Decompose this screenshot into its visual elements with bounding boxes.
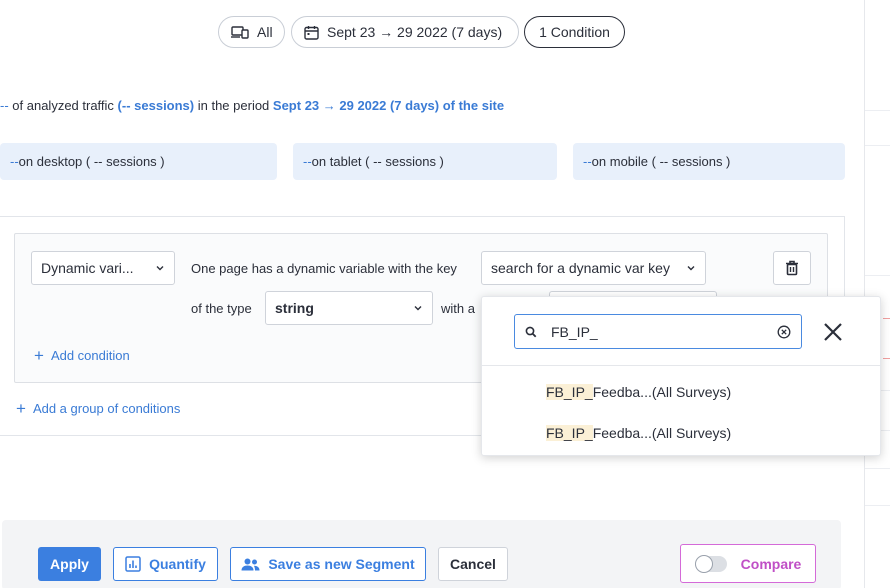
save-segment-label: Save as new Segment xyxy=(268,556,415,572)
tablet-percent: -- xyxy=(303,154,312,169)
close-icon[interactable] xyxy=(822,321,844,343)
dropdown-separator xyxy=(482,365,880,366)
chevron-down-icon xyxy=(414,306,422,311)
desktop-traffic-card: -- on desktop ( -- sessions ) xyxy=(0,143,277,180)
option-rest-text: Feedba...(All Surveys) xyxy=(592,425,732,441)
condition-type-value: Dynamic vari... xyxy=(41,260,134,276)
option-match-text: FB_IP_ xyxy=(546,425,593,441)
desktop-percent: -- xyxy=(10,154,19,169)
date-range-pill[interactable]: Sept 23 → 29 2022 (7 days) xyxy=(291,16,519,48)
traffic-period: Sept 23 → 29 2022 (7 days) of the site xyxy=(272,98,505,113)
plus-icon: + xyxy=(16,399,26,418)
dynamic-var-search-input[interactable]: FB_IP_ xyxy=(514,314,802,349)
devices-icon xyxy=(231,25,249,39)
chevron-down-icon xyxy=(687,266,695,271)
calendar-icon xyxy=(304,25,319,40)
compare-toggle-button[interactable]: Compare xyxy=(680,544,816,583)
plus-icon: + xyxy=(34,346,44,365)
chevron-down-icon xyxy=(156,266,164,271)
dynamic-var-search-dropdown: FB_IP_ FB_IP_Feedba...(All Surveys) FB_I… xyxy=(481,296,881,456)
apply-button[interactable]: Apply xyxy=(38,547,101,581)
value-type-select[interactable]: string xyxy=(265,291,433,325)
search-icon xyxy=(525,326,537,337)
of-type-label: of the type xyxy=(191,301,252,316)
cancel-label: Cancel xyxy=(450,556,496,572)
condition-count-pill[interactable]: 1 Condition xyxy=(524,16,625,48)
dropdown-option[interactable]: FB_IP_Feedba...(All Surveys) xyxy=(546,425,731,441)
add-group-label: Add a group of conditions xyxy=(32,401,181,416)
compare-toggle-switch[interactable] xyxy=(694,554,727,573)
trash-icon xyxy=(786,260,798,276)
mobile-percent: -- xyxy=(583,154,592,169)
tablet-traffic-card: -- on tablet ( -- sessions ) xyxy=(293,143,557,180)
quantify-button[interactable]: Quantify xyxy=(113,547,218,581)
condition-count-label: 1 Condition xyxy=(539,24,610,40)
option-rest-text: Feedba...(All Surveys) xyxy=(592,384,732,400)
clear-search-icon[interactable] xyxy=(777,325,791,339)
desktop-sessions: on desktop ( -- sessions ) xyxy=(18,154,165,169)
dynamic-var-key-select[interactable]: search for a dynamic var key xyxy=(481,251,706,285)
search-value: FB_IP_ xyxy=(551,323,598,340)
bar-chart-icon xyxy=(125,556,141,572)
segment-editor-page: All Sept 23 → 29 2022 (7 days) 1 Conditi… xyxy=(0,0,890,588)
condition-type-select[interactable]: Dynamic vari... xyxy=(31,251,175,285)
traffic-summary: -- of analyzed traffic (-- sessions) in … xyxy=(0,98,504,113)
tablet-sessions: on tablet ( -- sessions ) xyxy=(311,154,444,169)
option-match-text: FB_IP_ xyxy=(546,384,593,400)
condition-sentence: One page has a dynamic variable with the… xyxy=(191,261,457,276)
users-icon xyxy=(241,558,260,570)
save-segment-button[interactable]: Save as new Segment xyxy=(230,547,426,581)
add-condition-group-link[interactable]: + Add a group of conditions xyxy=(16,400,180,417)
add-condition-label: Add condition xyxy=(50,348,130,363)
traffic-sessions: (-- sessions) xyxy=(117,98,195,113)
traffic-percent: -- xyxy=(0,98,9,113)
add-condition-link[interactable]: + Add condition xyxy=(34,347,130,364)
apply-label: Apply xyxy=(50,556,89,572)
date-range-label: Sept 23 → 29 2022 (7 days) xyxy=(327,24,503,40)
dynamic-var-key-placeholder: search for a dynamic var key xyxy=(491,260,670,276)
delete-condition-button[interactable] xyxy=(773,251,811,285)
compare-label: Compare xyxy=(740,555,802,572)
traffic-text: of analyzed traffic xyxy=(8,98,118,113)
value-type-value: string xyxy=(275,300,314,316)
mobile-sessions: on mobile ( -- sessions ) xyxy=(591,154,731,169)
quantify-label: Quantify xyxy=(149,556,206,572)
device-filter-label: All xyxy=(257,24,273,40)
mobile-traffic-card: -- on mobile ( -- sessions ) xyxy=(573,143,845,180)
right-side-panel-edge xyxy=(864,0,890,588)
with-a-label: with a xyxy=(441,301,475,316)
dropdown-option[interactable]: FB_IP_Feedba...(All Surveys) xyxy=(546,384,731,400)
device-filter-pill[interactable]: All xyxy=(218,16,285,48)
cancel-button[interactable]: Cancel xyxy=(438,547,508,581)
traffic-period-text: in the period xyxy=(194,98,273,113)
